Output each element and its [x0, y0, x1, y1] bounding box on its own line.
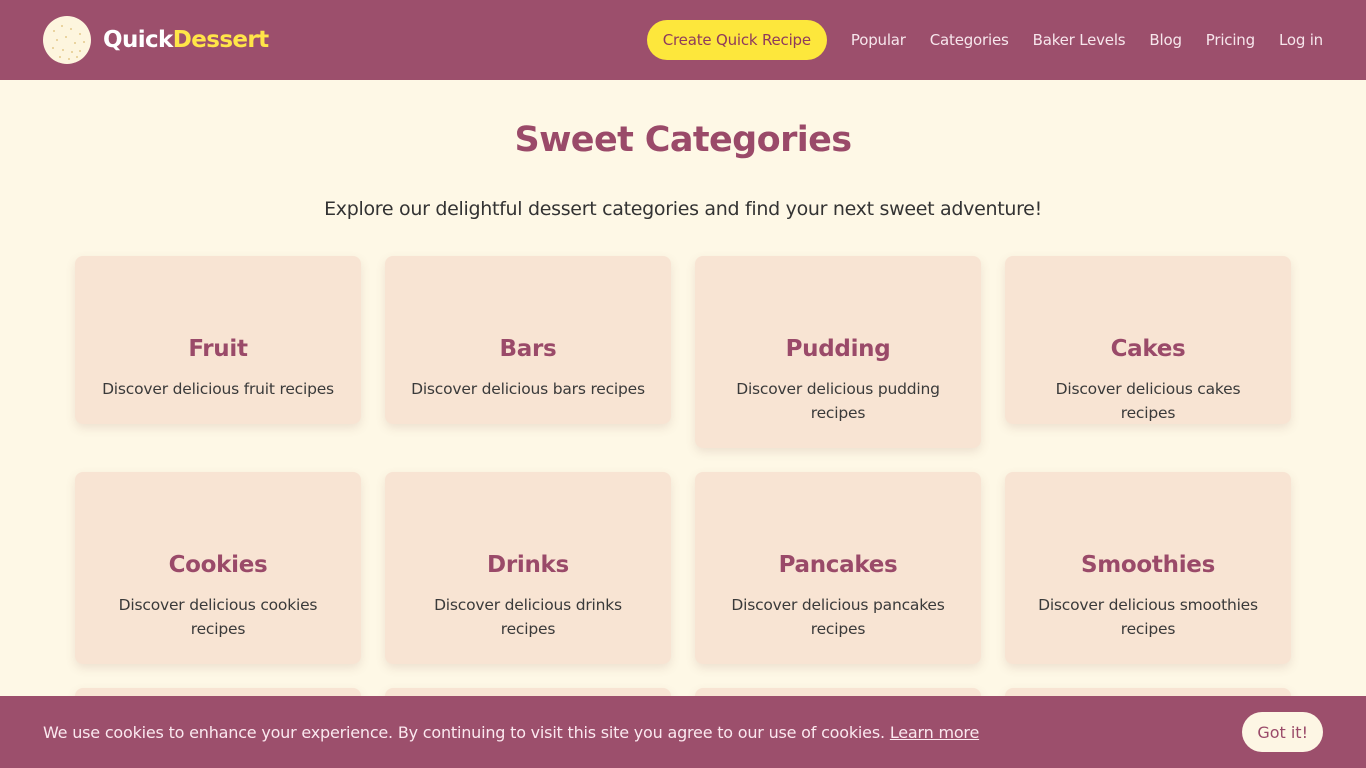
main-nav: Create Quick Recipe Popular Categories B…: [646, 20, 1323, 60]
category-title: Drinks: [487, 552, 569, 578]
nav-link-log-in[interactable]: Log in: [1279, 31, 1323, 49]
nav-link-blog[interactable]: Blog: [1149, 31, 1182, 49]
category-title: Pancakes: [778, 552, 898, 578]
category-description: Discover delicious fruit recipes: [102, 380, 334, 398]
category-description: Discover delicious cookies recipes: [118, 596, 318, 638]
cookie-message: We use cookies to enhance your experienc…: [43, 723, 979, 742]
got-it-button[interactable]: Got it!: [1242, 712, 1323, 752]
page-title: Sweet Categories: [514, 120, 852, 160]
learn-more-link[interactable]: Learn more: [890, 723, 979, 742]
logo-wordmark: QuickDessert: [103, 27, 269, 53]
logo-word-dessert: Dessert: [172, 27, 269, 53]
category-card-fruit[interactable]: Fruit Discover delicious fruit recipes: [75, 256, 361, 424]
category-title: Cookies: [168, 552, 268, 578]
category-description: Discover delicious cakes recipes: [1055, 380, 1241, 422]
category-description: Discover delicious drinks recipes: [434, 596, 622, 638]
category-card-smoothies[interactable]: Smoothies Discover delicious smoothies r…: [1005, 472, 1291, 664]
category-card-pancakes[interactable]: Pancakes Discover delicious pancakes rec…: [695, 472, 981, 664]
category-card-bars[interactable]: Bars Discover delicious bars recipes: [385, 256, 671, 424]
nav-link-categories[interactable]: Categories: [930, 31, 1009, 49]
category-card-cakes[interactable]: Cakes Discover delicious cakes recipes: [1005, 256, 1291, 424]
nav-link-popular[interactable]: Popular: [851, 31, 906, 49]
nav-link-baker-levels[interactable]: Baker Levels: [1033, 31, 1126, 49]
category-card-pudding[interactable]: Pudding Discover delicious pudding recip…: [695, 256, 981, 448]
category-description: Discover delicious pudding recipes: [736, 380, 940, 422]
create-quick-recipe-button[interactable]: Create Quick Recipe: [646, 20, 827, 60]
page-subtitle: Explore our delightful dessert categorie…: [324, 198, 1042, 220]
category-description: Discover delicious smoothies recipes: [1038, 596, 1258, 638]
category-card-drinks[interactable]: Drinks Discover delicious drinks recipes: [385, 472, 671, 664]
category-title: Cakes: [1110, 336, 1186, 362]
cookie-text: We use cookies to enhance your experienc…: [43, 722, 885, 742]
category-description: Discover delicious pancakes recipes: [731, 596, 945, 638]
category-card-cookies[interactable]: Cookies Discover delicious cookies recip…: [75, 472, 361, 664]
category-title: Smoothies: [1081, 552, 1215, 578]
category-title: Pudding: [785, 336, 891, 362]
site-header: QuickDessert Create Quick Recipe Popular…: [0, 0, 1366, 80]
logo[interactable]: QuickDessert: [43, 16, 269, 64]
cookie-banner: We use cookies to enhance your experienc…: [0, 696, 1366, 768]
category-title: Bars: [499, 336, 557, 362]
category-title: Fruit: [188, 336, 248, 362]
logo-icon: [43, 16, 91, 64]
logo-word-quick: Quick: [103, 27, 173, 53]
nav-link-pricing[interactable]: Pricing: [1206, 31, 1255, 49]
category-description: Discover delicious bars recipes: [411, 380, 645, 398]
